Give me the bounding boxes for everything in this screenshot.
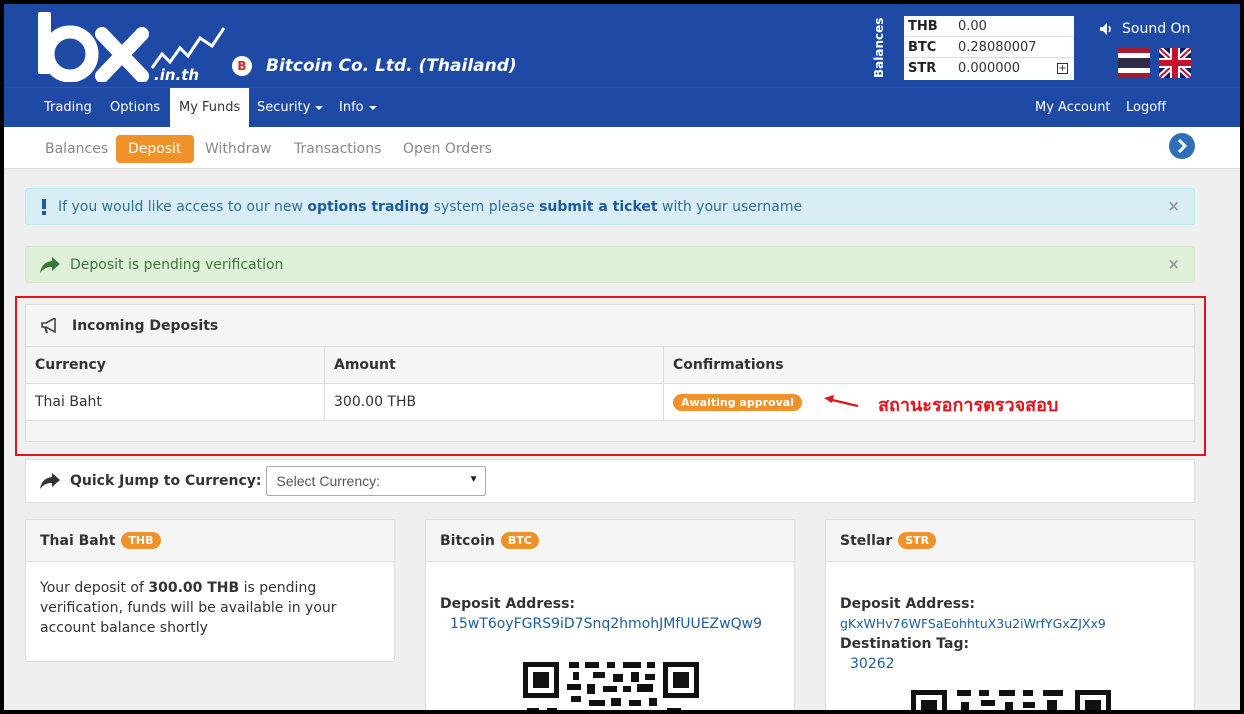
tab-transactions[interactable]: Transactions <box>282 135 393 163</box>
balance-currency: THB <box>908 18 938 34</box>
nav-info[interactable]: Info <box>330 88 386 128</box>
nav-options[interactable]: Options <box>101 88 169 128</box>
speaker-icon <box>1100 23 1111 35</box>
str-panel-title: Stellar <box>840 532 893 549</box>
tab-open-orders[interactable]: Open Orders <box>391 135 504 163</box>
balance-row-thb: THB 0.00 <box>904 16 1074 37</box>
alert-text-prefix: If you would like access to our new <box>58 198 303 215</box>
deposit-pending-text: Deposit is pending verification <box>70 256 284 273</box>
close-icon[interactable]: × <box>1167 197 1180 215</box>
str-panel-header: Stellar STR <box>826 520 1194 562</box>
btc-deposit-address[interactable]: 15wT6oyFGRS9iD7Snq2hmohJMfUUEZwQw9 <box>440 614 780 634</box>
nav-my-funds[interactable]: My Funds <box>170 88 250 128</box>
currency-select-value: Select Currency: <box>276 473 381 489</box>
bitcoin-co-icon: B <box>232 56 252 76</box>
nav-my-account[interactable]: My Account <box>1026 88 1120 128</box>
str-tag-label: Destination Tag: <box>840 636 970 652</box>
balances-label: Balances <box>872 17 886 79</box>
balance-value: 0.28080007 <box>958 39 1037 55</box>
sound-toggle[interactable]: Sound On <box>1100 21 1190 37</box>
expand-balances-icon[interactable]: + <box>1057 63 1068 74</box>
str-destination-tag[interactable]: 30262 <box>840 654 1180 674</box>
caret-down-icon <box>368 105 377 110</box>
nav-security-label: Security <box>257 100 311 115</box>
thb-panel-body: Your deposit of 300.00 THB is pending ve… <box>26 562 394 654</box>
btc-panel-header: Bitcoin BTC <box>426 520 794 562</box>
alert-text: If you would like access to our new opti… <box>58 199 802 215</box>
thb-panel-title: Thai Baht <box>40 532 116 549</box>
nav-info-label: Info <box>339 100 364 115</box>
thai-flag-icon[interactable] <box>1118 48 1150 78</box>
thb-panel-header: Thai Baht THB <box>26 520 394 562</box>
chevron-right-icon <box>1177 139 1188 153</box>
btc-panel-title: Bitcoin <box>440 532 495 549</box>
tab-balances[interactable]: Balances <box>33 135 120 163</box>
balances-box: THB 0.00 BTC 0.28080007 STR 0.000000 + <box>904 16 1074 80</box>
str-qr-code <box>911 690 1111 710</box>
options-trading-link[interactable]: options trading <box>307 199 429 215</box>
funds-subnav: Balances Deposit Withdraw Transactions O… <box>4 127 1240 169</box>
btc-panel-body: Deposit Address: 15wT6oyFGRS9iD7Snq2hmoh… <box>426 562 794 650</box>
sound-label: Sound On <box>1122 21 1191 37</box>
quick-jump-label: Quick Jump to Currency: <box>70 473 262 489</box>
nav-security[interactable]: Security <box>248 88 332 128</box>
str-panel: Stellar STR Deposit Address: gKxWHv76WFS… <box>825 519 1195 710</box>
balance-value: 0.00 <box>958 18 987 34</box>
company-name: B Bitcoin Co. Ltd. (Thailand) <box>232 56 517 76</box>
tab-deposit[interactable]: Deposit <box>116 135 194 163</box>
alert-text-middle: system please <box>433 198 535 215</box>
currency-badge: THB <box>121 532 161 549</box>
next-arrow-button[interactable] <box>1169 133 1195 159</box>
str-panel-body: Deposit Address: gKxWHv76WFSaEohhtuX3u2i… <box>826 562 1194 690</box>
thb-msg-prefix: Your deposit of <box>40 580 144 596</box>
company-name-text: Bitcoin Co. Ltd. (Thailand) <box>266 56 517 76</box>
close-icon[interactable]: × <box>1167 255 1180 273</box>
balance-row-btc: BTC 0.28080007 <box>904 37 1074 58</box>
submit-ticket-link[interactable]: submit a ticket <box>539 199 658 215</box>
caret-down-icon <box>315 105 324 110</box>
thb-panel: Thai Baht THB Your deposit of 300.00 THB… <box>25 519 395 662</box>
nav-trading[interactable]: Trading <box>35 88 101 128</box>
main-nav: Trading Options My Funds Security Info M… <box>4 87 1240 128</box>
svg-text:.in.th: .in.th <box>154 66 199 82</box>
share-arrow-icon <box>40 256 60 273</box>
exclamation-icon <box>42 198 46 215</box>
alert-text-suffix: with your username <box>662 198 803 215</box>
uk-flag-icon[interactable] <box>1159 48 1191 78</box>
options-trading-alert: If you would like access to our new opti… <box>25 188 1195 225</box>
browser-viewport: .in.th B Bitcoin Co. Ltd. (Thailand) Bal… <box>4 4 1240 710</box>
thb-msg-amount: 300.00 THB <box>148 580 240 596</box>
balance-row-str: STR 0.000000 + <box>904 58 1074 79</box>
currency-select[interactable]: Select Currency: ▼ <box>265 466 486 496</box>
tab-withdraw[interactable]: Withdraw <box>193 135 283 163</box>
highlight-box <box>15 296 1206 456</box>
balance-currency: STR <box>908 61 937 76</box>
deposit-pending-alert: Deposit is pending verification × <box>25 246 1195 283</box>
quick-jump-bar: Quick Jump to Currency: Select Currency:… <box>25 459 1195 503</box>
btc-panel: Bitcoin BTC Deposit Address: 15wT6oyFGRS… <box>425 519 795 710</box>
share-arrow-icon <box>40 473 60 489</box>
btc-qr-code <box>523 662 699 710</box>
balance-value: 0.000000 <box>958 61 1021 76</box>
str-address-label: Deposit Address: <box>840 596 975 612</box>
str-deposit-address[interactable]: gKxWHv76WFSaEohhtuX3u2iWrfYGxZJXx9 <box>840 614 1180 634</box>
dropdown-arrow-icon: ▼ <box>468 474 479 485</box>
balance-currency: BTC <box>908 39 937 55</box>
bx-logo[interactable]: .in.th <box>34 10 234 82</box>
site-header: .in.th B Bitcoin Co. Ltd. (Thailand) Bal… <box>4 4 1240 87</box>
currency-badge: STR <box>898 532 937 549</box>
nav-logoff[interactable]: Logoff <box>1117 88 1175 128</box>
currency-badge: BTC <box>500 532 539 549</box>
btc-address-label: Deposit Address: <box>440 596 575 612</box>
